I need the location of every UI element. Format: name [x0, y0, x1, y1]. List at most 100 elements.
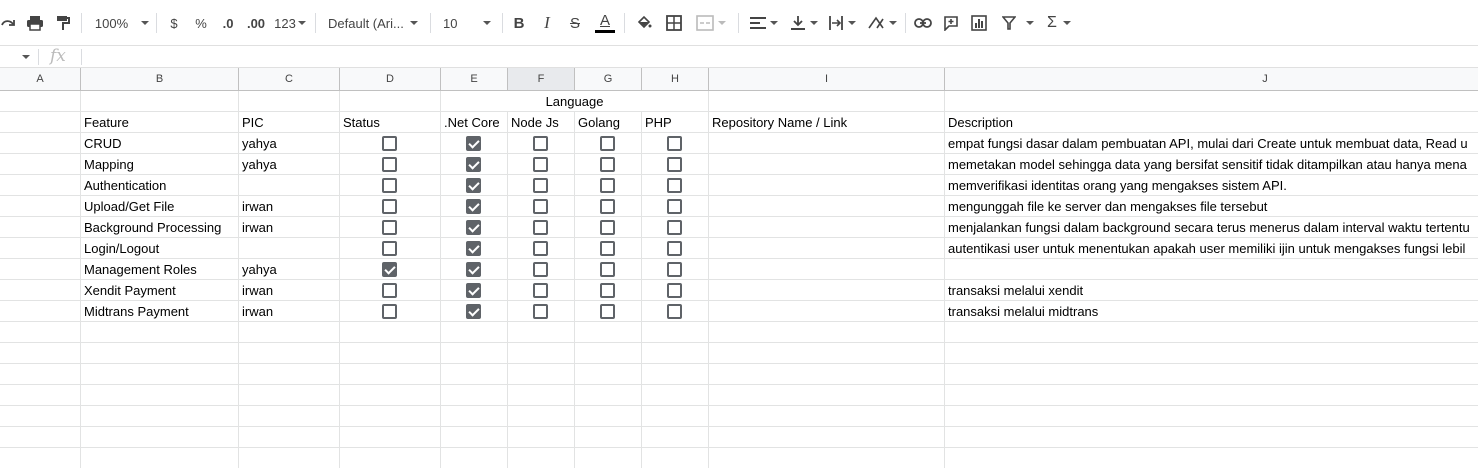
checkbox-netcore[interactable] — [466, 241, 481, 256]
header-repo[interactable]: Repository Name / Link — [709, 112, 944, 133]
checkbox-nodejs[interactable] — [533, 220, 548, 235]
header-netcore[interactable]: .Net Core — [441, 112, 507, 133]
header-pic[interactable]: PIC — [239, 112, 339, 133]
checkbox-status[interactable] — [382, 199, 397, 214]
currency-button[interactable]: $ — [166, 9, 182, 37]
checkbox-status[interactable] — [382, 283, 397, 298]
header-description[interactable]: Description — [945, 112, 1478, 133]
checkbox-php[interactable] — [667, 241, 682, 256]
column-header-j[interactable]: J — [945, 68, 1478, 90]
checkbox-php[interactable] — [667, 157, 682, 172]
checkbox-status[interactable] — [382, 262, 397, 277]
cell-description[interactable]: autentikasi user untuk menentukan apakah… — [945, 238, 1478, 259]
strikethrough-button[interactable]: S — [567, 9, 583, 37]
checkbox-status[interactable] — [382, 241, 397, 256]
checkbox-netcore[interactable] — [466, 283, 481, 298]
column-header-i[interactable]: I — [709, 68, 945, 90]
column-header-e[interactable]: E — [441, 68, 508, 90]
cell-feature[interactable]: Mapping — [81, 154, 238, 175]
cell-feature[interactable]: Login/Logout — [81, 238, 238, 259]
checkbox-php[interactable] — [667, 136, 682, 151]
checkbox-php[interactable] — [667, 178, 682, 193]
checkbox-golang[interactable] — [600, 199, 615, 214]
cell-description[interactable]: memetakan model sehingga data yang bersi… — [945, 154, 1478, 175]
cell-feature[interactable]: Background Processing — [81, 217, 238, 238]
name-box-dropdown-icon[interactable] — [22, 55, 30, 59]
formula-input[interactable] — [86, 49, 1466, 65]
column-header-b[interactable]: B — [81, 68, 239, 90]
vertical-align-button[interactable] — [788, 9, 820, 37]
checkbox-netcore[interactable] — [466, 262, 481, 277]
cell-pic[interactable]: yahya — [239, 259, 339, 280]
header-feature[interactable]: Feature — [81, 112, 238, 133]
cell-description[interactable]: memverifikasi identitas orang yang menga… — [945, 175, 1478, 196]
checkbox-status[interactable] — [382, 136, 397, 151]
checkbox-nodejs[interactable] — [533, 241, 548, 256]
column-header-d[interactable]: D — [340, 68, 441, 90]
checkbox-golang[interactable] — [600, 283, 615, 298]
checkbox-golang[interactable] — [600, 262, 615, 277]
percent-button[interactable]: % — [193, 9, 209, 37]
insert-link-button[interactable] — [912, 9, 934, 37]
checkbox-nodejs[interactable] — [533, 178, 548, 193]
filter-button[interactable] — [1000, 9, 1036, 37]
checkbox-netcore[interactable] — [466, 157, 481, 172]
cell-pic[interactable]: irwan — [239, 196, 339, 217]
cell-feature[interactable]: Authentication — [81, 175, 238, 196]
checkbox-golang[interactable] — [600, 241, 615, 256]
checkbox-php[interactable] — [667, 283, 682, 298]
checkbox-nodejs[interactable] — [533, 304, 548, 319]
checkbox-netcore[interactable] — [466, 199, 481, 214]
checkbox-netcore[interactable] — [466, 136, 481, 151]
redo-button[interactable] — [0, 9, 16, 37]
insert-comment-button[interactable] — [941, 9, 961, 37]
checkbox-php[interactable] — [667, 262, 682, 277]
cell-description[interactable]: transaksi melalui xendit — [945, 280, 1478, 301]
column-header-f[interactable]: F — [508, 68, 575, 90]
cell-pic[interactable]: irwan — [239, 301, 339, 322]
header-golang[interactable]: Golang — [575, 112, 641, 133]
cell-description[interactable]: mengunggah file ke server dan mengakses … — [945, 196, 1478, 217]
column-header-h[interactable]: H — [642, 68, 709, 90]
cell-pic[interactable]: yahya — [239, 133, 339, 154]
header-nodejs[interactable]: Node Js — [508, 112, 574, 133]
column-header-a[interactable]: A — [0, 68, 81, 90]
cell-description[interactable] — [945, 259, 1478, 280]
sheet-grid[interactable]: Language Feature PIC Status .Net Core No… — [0, 91, 1478, 468]
cell-feature[interactable]: Upload/Get File — [81, 196, 238, 217]
checkbox-nodejs[interactable] — [533, 199, 548, 214]
borders-button[interactable] — [664, 9, 684, 37]
bold-button[interactable]: B — [511, 9, 527, 37]
italic-button[interactable]: I — [539, 9, 555, 37]
checkbox-nodejs[interactable] — [533, 136, 548, 151]
checkbox-golang[interactable] — [600, 304, 615, 319]
insert-chart-button[interactable] — [969, 9, 989, 37]
cell-pic[interactable]: irwan — [239, 280, 339, 301]
cell-feature[interactable]: Management Roles — [81, 259, 238, 280]
paint-format-button[interactable] — [52, 9, 74, 37]
cell-feature[interactable]: CRUD — [81, 133, 238, 154]
text-wrapping-button[interactable] — [826, 9, 858, 37]
horizontal-align-button[interactable] — [748, 9, 780, 37]
font-select[interactable]: Default (Ari... — [328, 9, 422, 37]
checkbox-golang[interactable] — [600, 178, 615, 193]
more-formats-button[interactable]: 123 — [273, 9, 307, 37]
checkbox-netcore[interactable] — [466, 304, 481, 319]
column-header-g[interactable]: G — [575, 68, 642, 90]
checkbox-golang[interactable] — [600, 136, 615, 151]
cell-feature[interactable]: Midtrans Payment — [81, 301, 238, 322]
increase-decimal-button[interactable]: .00 — [244, 9, 268, 37]
column-header-c[interactable]: C — [239, 68, 340, 90]
cell-pic[interactable] — [239, 175, 339, 196]
functions-button[interactable]: Σ — [1044, 9, 1074, 37]
header-status[interactable]: Status — [340, 112, 440, 133]
checkbox-status[interactable] — [382, 178, 397, 193]
cell-feature[interactable]: Xendit Payment — [81, 280, 238, 301]
decrease-decimal-button[interactable]: .0 — [218, 9, 238, 37]
checkbox-golang[interactable] — [600, 220, 615, 235]
cell-description[interactable]: transaksi melalui midtrans — [945, 301, 1478, 322]
checkbox-golang[interactable] — [600, 157, 615, 172]
fill-color-button[interactable] — [634, 9, 654, 37]
header-php[interactable]: PHP — [642, 112, 708, 133]
font-size-select[interactable]: 10 — [443, 9, 495, 37]
